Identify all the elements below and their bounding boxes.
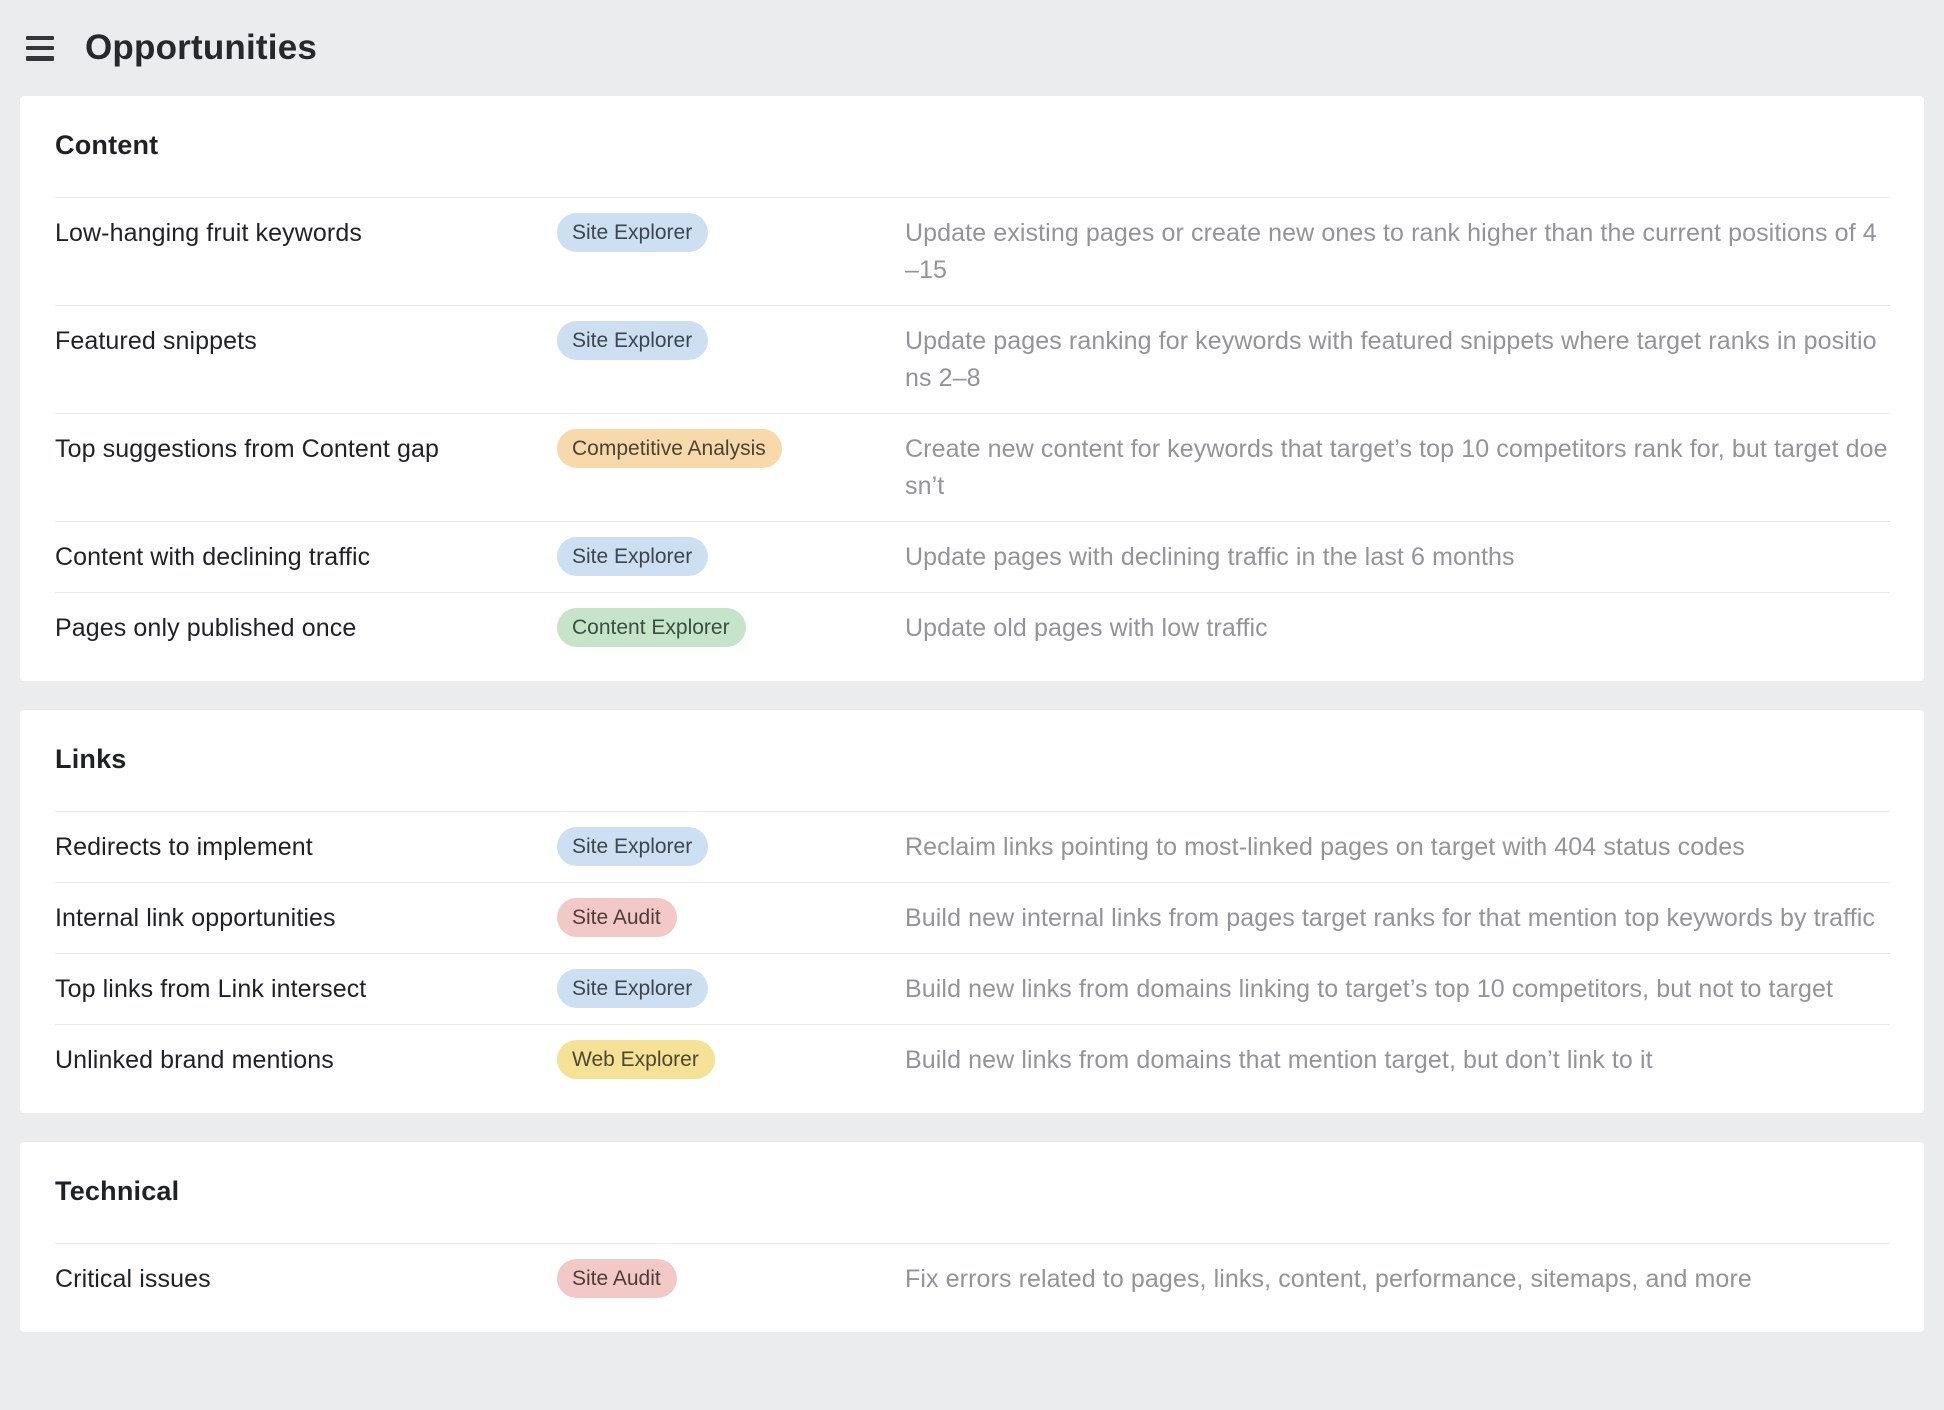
opportunity-row: Pages only published once Content Explor…	[55, 592, 1890, 663]
page-header: Opportunities	[0, 0, 1944, 96]
opportunity-description: Create new content for keywords that tar…	[905, 431, 1890, 505]
opportunity-description: Build new links from domains that mentio…	[905, 1042, 1890, 1079]
opportunity-row: Internal link opportunities Site Audit B…	[55, 882, 1890, 953]
opportunity-description: Build new links from domains linking to …	[905, 971, 1890, 1008]
tool-badge: Site Explorer	[557, 969, 708, 1008]
opportunity-title-link[interactable]: Pages only published once	[55, 610, 557, 646]
opportunity-description: Update existing pages or create new ones…	[905, 215, 1890, 289]
opportunity-description: Update pages ranking for keywords with f…	[905, 323, 1890, 397]
opportunity-row: Unlinked brand mentions Web Explorer Bui…	[55, 1024, 1890, 1095]
opportunity-description: Reclaim links pointing to most-linked pa…	[905, 829, 1890, 866]
tool-badge: Site Explorer	[557, 321, 708, 360]
tool-badge-column: Site Explorer	[557, 539, 905, 576]
tool-badge-column: Site Audit	[557, 1261, 905, 1298]
section-rows: Critical issues Site Audit Fix errors re…	[55, 1243, 1890, 1314]
tool-badge: Site Explorer	[557, 537, 708, 576]
opportunity-title-link[interactable]: Redirects to implement	[55, 829, 557, 865]
section-rows: Low-hanging fruit keywords Site Explorer…	[55, 197, 1890, 663]
opportunity-title-link[interactable]: Featured snippets	[55, 323, 557, 359]
tool-badge: Competitive Analysis	[557, 429, 782, 468]
tool-badge: Site Audit	[557, 898, 677, 937]
opportunity-row: Content with declining traffic Site Expl…	[55, 521, 1890, 592]
tool-badge-column: Site Explorer	[557, 971, 905, 1008]
opportunity-description: Update pages with declining traffic in t…	[905, 539, 1890, 576]
tool-badge-column: Site Audit	[557, 900, 905, 937]
tool-badge-column: Web Explorer	[557, 1042, 905, 1079]
tool-badge: Site Explorer	[557, 213, 708, 252]
section-card-technical: Technical Critical issues Site Audit Fix…	[20, 1142, 1924, 1332]
opportunity-row: Redirects to implement Site Explorer Rec…	[55, 811, 1890, 882]
opportunity-title-link[interactable]: Critical issues	[55, 1261, 557, 1297]
section-title: Content	[55, 130, 1890, 161]
section-title: Technical	[55, 1176, 1890, 1207]
opportunity-row: Featured snippets Site Explorer Update p…	[55, 305, 1890, 413]
opportunity-row: Critical issues Site Audit Fix errors re…	[55, 1243, 1890, 1314]
hamburger-bar	[26, 46, 54, 51]
section-card-content: Content Low-hanging fruit keywords Site …	[20, 96, 1924, 681]
opportunity-row: Top suggestions from Content gap Competi…	[55, 413, 1890, 521]
tool-badge: Site Explorer	[557, 827, 708, 866]
hamburger-bar	[26, 36, 54, 41]
tool-badge-column: Site Explorer	[557, 215, 905, 252]
opportunity-title-link[interactable]: Top links from Link intersect	[55, 971, 557, 1007]
tool-badge-column: Competitive Analysis	[557, 431, 905, 468]
tool-badge-column: Site Explorer	[557, 829, 905, 866]
section-rows: Redirects to implement Site Explorer Rec…	[55, 811, 1890, 1095]
opportunity-row: Low-hanging fruit keywords Site Explorer…	[55, 197, 1890, 305]
tool-badge-column: Content Explorer	[557, 610, 905, 647]
opportunity-title-link[interactable]: Content with declining traffic	[55, 539, 557, 575]
tool-badge: Content Explorer	[557, 608, 746, 647]
page-title: Opportunities	[85, 28, 317, 68]
section-card-links: Links Redirects to implement Site Explor…	[20, 710, 1924, 1113]
opportunity-title-link[interactable]: Unlinked brand mentions	[55, 1042, 557, 1078]
sections: Content Low-hanging fruit keywords Site …	[0, 96, 1944, 1332]
hamburger-menu-icon[interactable]	[26, 36, 54, 61]
hamburger-bar	[26, 56, 54, 61]
opportunity-description: Update old pages with low traffic	[905, 610, 1890, 647]
section-title: Links	[55, 744, 1890, 775]
opportunity-title-link[interactable]: Internal link opportunities	[55, 900, 557, 936]
opportunity-description: Build new internal links from pages targ…	[905, 900, 1890, 937]
tool-badge: Web Explorer	[557, 1040, 715, 1079]
tool-badge: Site Audit	[557, 1259, 677, 1298]
opportunity-title-link[interactable]: Low-hanging fruit keywords	[55, 215, 557, 251]
opportunity-title-link[interactable]: Top suggestions from Content gap	[55, 431, 557, 467]
opportunity-description: Fix errors related to pages, links, cont…	[905, 1261, 1890, 1298]
tool-badge-column: Site Explorer	[557, 323, 905, 360]
opportunity-row: Top links from Link intersect Site Explo…	[55, 953, 1890, 1024]
